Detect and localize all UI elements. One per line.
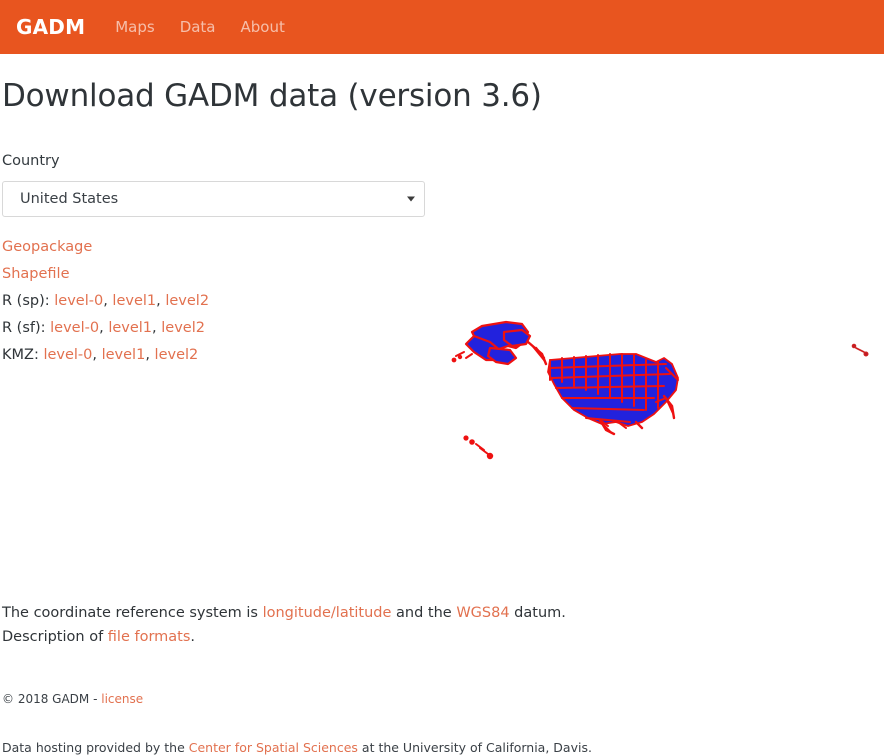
map-pacific-territory — [851, 343, 869, 357]
label-r-sf: R (sf): — [2, 320, 46, 336]
sep: , — [145, 347, 155, 363]
link-kmz-level1[interactable]: level1 — [102, 347, 146, 363]
crs-line: The coordinate reference system is longi… — [2, 601, 566, 625]
link-license[interactable]: license — [101, 692, 143, 706]
chevron-down-icon — [407, 196, 415, 202]
formats-text-before: Description of — [2, 629, 108, 645]
gadm-download-page: GADM Maps Data About Download GADM data … — [0, 0, 884, 755]
hosting-text-after: at the University of California, Davis. — [357, 740, 592, 755]
map-hawaii — [463, 435, 494, 460]
sep: , — [92, 347, 102, 363]
label-kmz: KMZ: — [2, 347, 39, 363]
download-links: Geopackage Shapefile R (sp): level-0, le… — [2, 234, 209, 369]
download-row-shapefile: Shapefile — [2, 261, 209, 288]
country-label: Country — [2, 153, 60, 169]
map-alaska-panhandle — [526, 340, 548, 366]
crs-text-middle: and the — [391, 605, 457, 621]
sep: , — [156, 293, 166, 309]
formats-line: Description of file formats. — [2, 625, 566, 649]
copyright-line: © 2018 GADM - license — [2, 692, 143, 706]
link-shapefile[interactable]: Shapefile — [2, 266, 70, 282]
crs-text-after: datum. — [509, 605, 566, 621]
top-navbar: GADM Maps Data About — [0, 0, 884, 54]
link-longitude-latitude[interactable]: longitude/latitude — [263, 605, 392, 621]
crs-text-before: The coordinate reference system is — [2, 605, 263, 621]
link-r-sp-level-0[interactable]: level-0 — [54, 293, 103, 309]
sep: , — [99, 320, 109, 336]
link-center-for-spatial-sciences[interactable]: Center for Spatial Sciences — [189, 740, 358, 755]
link-wgs84[interactable]: WGS84 — [456, 605, 509, 621]
formats-text-after: . — [190, 629, 196, 645]
link-kmz-level2[interactable]: level2 — [155, 347, 199, 363]
nav-link-about[interactable]: About — [241, 19, 285, 35]
united-states-map-thumbnail — [450, 302, 880, 462]
copyright-text: © 2018 GADM - — [2, 692, 102, 706]
link-r-sf-level2[interactable]: level2 — [161, 320, 205, 336]
link-r-sp-level2[interactable]: level2 — [165, 293, 209, 309]
nav-link-maps[interactable]: Maps — [115, 19, 154, 35]
brand-logo-gadm[interactable]: GADM — [16, 17, 85, 37]
crs-description: The coordinate reference system is longi… — [2, 601, 566, 649]
download-row-r-sf: R (sf): level-0, level1, level2 — [2, 315, 209, 342]
link-kmz-level-0[interactable]: level-0 — [43, 347, 92, 363]
map-aleutians — [451, 351, 473, 363]
link-file-formats[interactable]: file formats — [108, 629, 191, 645]
country-select[interactable]: United States — [2, 181, 425, 217]
nav-link-data[interactable]: Data — [180, 19, 216, 35]
map-alaska — [464, 320, 532, 366]
download-row-kmz: KMZ: level-0, level1, level2 — [2, 342, 209, 369]
hosting-text-before: Data hosting provided by the — [2, 740, 189, 755]
link-r-sf-level-0[interactable]: level-0 — [50, 320, 99, 336]
page-title: Download GADM data (version 3.6) — [2, 78, 542, 114]
download-row-geopackage: Geopackage — [2, 234, 209, 261]
map-svg — [451, 320, 869, 460]
label-r-sp: R (sp): — [2, 293, 50, 309]
download-row-r-sp: R (sp): level-0, level1, level2 — [2, 288, 209, 315]
country-select-value: United States — [20, 191, 119, 207]
nav-links: Maps Data About — [115, 19, 310, 35]
link-r-sf-level1[interactable]: level1 — [108, 320, 152, 336]
hosting-line: Data hosting provided by the Center for … — [2, 740, 592, 755]
link-r-sp-level1[interactable]: level1 — [112, 293, 156, 309]
sep: , — [152, 320, 162, 336]
link-geopackage[interactable]: Geopackage — [2, 239, 92, 255]
